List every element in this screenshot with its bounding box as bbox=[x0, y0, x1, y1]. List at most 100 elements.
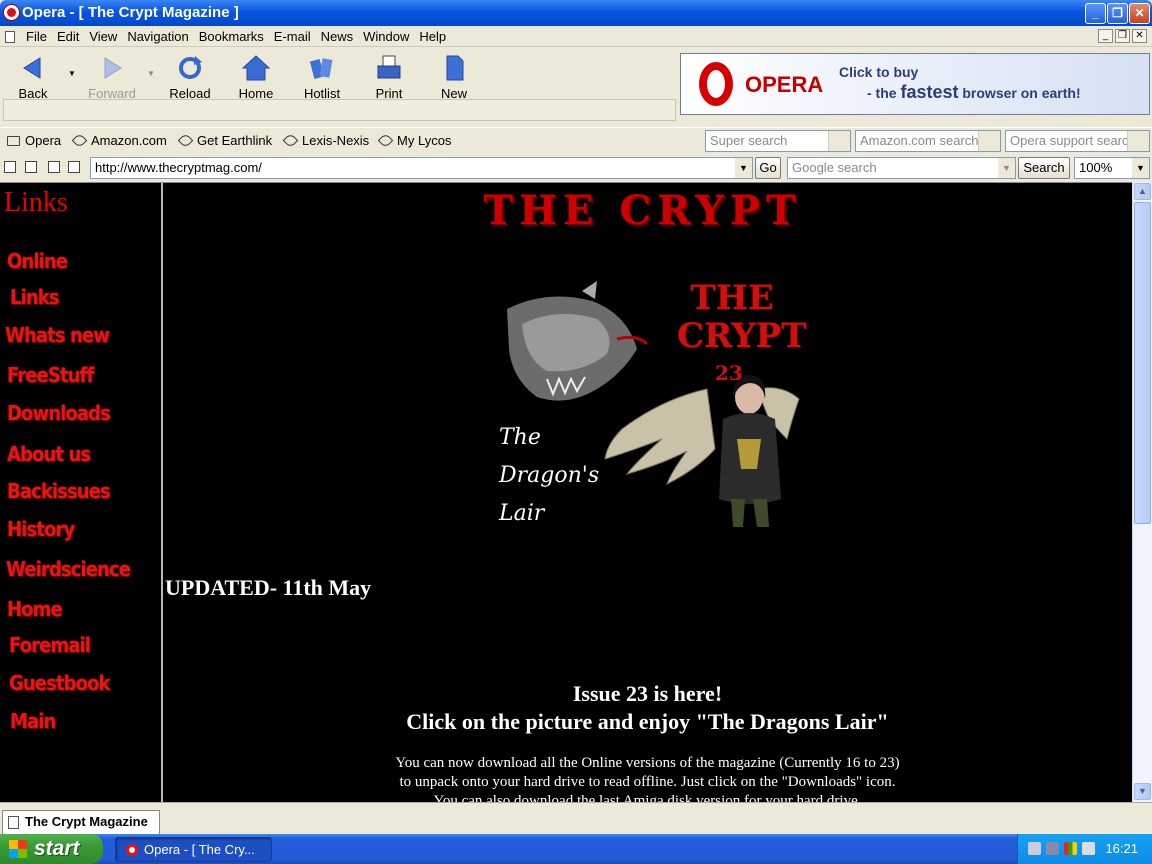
menu-file[interactable]: File bbox=[21, 26, 52, 47]
bookmark-heart-icon bbox=[377, 132, 394, 149]
menu-news[interactable]: News bbox=[316, 26, 359, 47]
new-button[interactable]: New bbox=[424, 51, 484, 101]
body-line: You can now download all the Online vers… bbox=[395, 755, 900, 771]
menu-bar: File Edit View Navigation Bookmarks E-mail New… bbox=[0, 26, 1152, 47]
bookmark-heart-icon bbox=[177, 132, 194, 149]
taskbar-item-label: Opera - [ The Cry... bbox=[144, 842, 255, 857]
google-search-input[interactable]: Google search ▼ bbox=[787, 157, 1016, 179]
nav-main[interactable]: Main bbox=[10, 709, 56, 733]
zoom-dropdown-icon[interactable]: ▼ bbox=[1132, 158, 1149, 178]
page-tab-icon bbox=[8, 816, 19, 829]
cover-title: THE CRYPT bbox=[677, 278, 807, 356]
nav-downloads[interactable]: Downloads bbox=[7, 401, 111, 425]
mdi-minimize-button[interactable]: _ bbox=[1098, 29, 1113, 43]
folder-icon bbox=[7, 136, 20, 146]
cart-icon[interactable] bbox=[978, 131, 1000, 151]
nav-home[interactable]: Home bbox=[7, 597, 63, 621]
personal-item-lexis[interactable]: Lexis-Nexis bbox=[282, 132, 369, 149]
nav-freestuff[interactable]: FreeStuff bbox=[7, 363, 94, 387]
site-title-logo: THE CRYPT bbox=[483, 187, 802, 234]
opera-support-search-input[interactable]: Opera support search bbox=[1005, 130, 1150, 152]
cover-subtitle: The Dragon's Lair bbox=[499, 425, 600, 526]
issue-cover-image[interactable]: THE CRYPT 23 The Dragon's Lair bbox=[487, 279, 807, 531]
search-engine-icon[interactable] bbox=[828, 131, 850, 151]
system-tray: 16:21 bbox=[1017, 834, 1152, 864]
bookmark-heart-icon bbox=[282, 132, 299, 149]
personal-item-amazon[interactable]: Amazon.com bbox=[71, 132, 167, 149]
super-search-input[interactable]: Super search bbox=[705, 130, 851, 152]
progress-bar bbox=[3, 99, 676, 121]
close-button[interactable]: ✕ bbox=[1129, 3, 1150, 24]
new-page-icon bbox=[439, 54, 469, 82]
back-dropdown-icon[interactable]: ▼ bbox=[68, 69, 76, 78]
menu-bookmarks[interactable]: Bookmarks bbox=[194, 26, 269, 47]
nav-about-us[interactable]: About us bbox=[7, 442, 91, 466]
home-icon bbox=[241, 54, 271, 82]
volume-icon[interactable] bbox=[1046, 842, 1059, 855]
reload-button[interactable]: Reload bbox=[160, 51, 220, 101]
page-icon[interactable] bbox=[48, 161, 60, 173]
document-icon[interactable] bbox=[5, 31, 15, 43]
bookmark-heart-icon bbox=[71, 132, 88, 149]
amazon-search-input[interactable]: Amazon.com search bbox=[855, 130, 1001, 152]
nav-online[interactable]: Online bbox=[7, 249, 68, 273]
cover-issue-number: 23 bbox=[715, 361, 743, 385]
back-button[interactable]: Back bbox=[3, 51, 63, 101]
search-button[interactable]: Search bbox=[1018, 157, 1070, 179]
updated-notice: UPDATED- 11th May bbox=[165, 575, 372, 600]
taskbar-item-opera[interactable]: Opera - [ The Cry... bbox=[115, 837, 272, 862]
nav-history[interactable]: History bbox=[7, 517, 75, 541]
window-title: Opera - [ The Crypt Magazine ] bbox=[22, 4, 239, 21]
print-small-icon[interactable] bbox=[68, 161, 80, 173]
power-icon[interactable] bbox=[1082, 842, 1095, 855]
nav-backissues[interactable]: Backissues bbox=[7, 479, 111, 503]
issue-announcement: Issue 23 is here! Click on the picture a… bbox=[330, 680, 965, 736]
forward-button[interactable]: Forward bbox=[82, 51, 142, 101]
google-dropdown-icon[interactable]: ▼ bbox=[998, 158, 1015, 178]
page-tab[interactable]: The Crypt Magazine bbox=[2, 810, 160, 834]
home-button[interactable]: Home bbox=[226, 51, 286, 101]
print-button[interactable]: Print bbox=[359, 51, 419, 101]
vertical-scrollbar[interactable]: ▲ ▼ bbox=[1132, 182, 1152, 802]
menu-view[interactable]: View bbox=[84, 26, 122, 47]
personal-item-lycos[interactable]: My Lycos bbox=[377, 132, 451, 149]
nav-weirdscience[interactable]: Weirdscience bbox=[6, 557, 131, 581]
mdi-close-button[interactable]: ✕ bbox=[1132, 29, 1147, 43]
title-bar[interactable]: Opera - [ The Crypt Magazine ] _ ❐ ✕ bbox=[0, 0, 1152, 26]
nav-whats-new[interactable]: Whats new bbox=[5, 323, 110, 347]
scroll-up-button[interactable]: ▲ bbox=[1134, 183, 1151, 200]
start-button[interactable]: start bbox=[0, 834, 103, 864]
minimize-button[interactable]: _ bbox=[1085, 3, 1106, 24]
click-headline: Click on the picture and enjoy "The Drag… bbox=[406, 709, 889, 734]
link-icon[interactable] bbox=[4, 161, 16, 173]
hotlist-button[interactable]: Hotlist bbox=[292, 51, 352, 101]
body-line: to unpack onto your hard drive to read o… bbox=[399, 774, 896, 790]
address-bar: http://www.thecryptmag.com/▼ Go Google s… bbox=[0, 155, 1152, 181]
url-input[interactable]: http://www.thecryptmag.com/▼ bbox=[90, 157, 753, 179]
menu-navigation[interactable]: Navigation bbox=[122, 26, 193, 47]
camera-icon[interactable] bbox=[25, 161, 37, 173]
personal-item-earthlink[interactable]: Get Earthlink bbox=[177, 132, 272, 149]
zoom-select[interactable]: 100% ▼ bbox=[1074, 157, 1150, 179]
opera-ad-banner[interactable]: OPERA Click to buy - the fastest browser… bbox=[680, 53, 1150, 115]
personal-item-opera[interactable]: Opera bbox=[7, 133, 61, 148]
restore-button[interactable]: ❐ bbox=[1107, 3, 1128, 24]
scroll-down-button[interactable]: ▼ bbox=[1134, 783, 1151, 800]
nav-links[interactable]: Links bbox=[10, 285, 60, 309]
url-dropdown-icon[interactable]: ▼ bbox=[735, 158, 752, 178]
menu-help[interactable]: Help bbox=[414, 26, 451, 47]
menu-email[interactable]: E-mail bbox=[269, 26, 316, 47]
network-icon[interactable] bbox=[1028, 842, 1041, 855]
menu-edit[interactable]: Edit bbox=[52, 26, 84, 47]
nav-guestbook[interactable]: Guestbook bbox=[9, 671, 111, 695]
menu-window[interactable]: Window bbox=[358, 26, 414, 47]
mdi-restore-button[interactable]: ❐ bbox=[1115, 29, 1130, 43]
page-tab-label: The Crypt Magazine bbox=[25, 814, 148, 829]
go-button[interactable]: Go bbox=[755, 157, 781, 179]
tray-app-icon[interactable] bbox=[1064, 842, 1077, 855]
scroll-thumb[interactable] bbox=[1134, 202, 1151, 524]
links-heading: Links bbox=[4, 187, 68, 218]
magnifier-icon[interactable] bbox=[1127, 131, 1149, 151]
nav-foremail[interactable]: Foremail bbox=[9, 633, 91, 657]
forward-dropdown-icon[interactable]: ▼ bbox=[147, 69, 155, 78]
